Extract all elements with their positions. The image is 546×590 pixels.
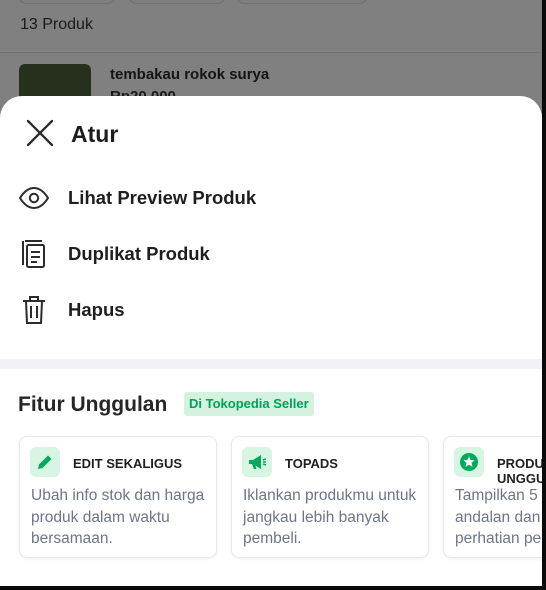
section-divider: [0, 359, 542, 369]
feature-card-topads[interactable]: TOPADS Iklankan produkmu untuk jangkau l…: [231, 436, 429, 558]
menu-item-preview[interactable]: Lihat Preview Produk: [0, 173, 542, 223]
card-icon-bg: [454, 447, 484, 477]
pencil-icon: [38, 455, 52, 469]
card-title: TOPADS: [285, 456, 338, 471]
divider: [0, 52, 540, 53]
card-icon-bg: [30, 447, 60, 477]
card-title-line1: PRODUK: [497, 456, 542, 471]
filter-chip: [236, 0, 368, 4]
filter-chip: [18, 0, 116, 4]
eye-icon: [18, 186, 50, 210]
menu-label-duplicate: Duplikat Produk: [68, 243, 210, 264]
menu-item-delete[interactable]: Hapus: [0, 285, 542, 335]
menu-item-duplicate[interactable]: Duplikat Produk: [0, 229, 542, 279]
screen-edge: [0, 586, 546, 590]
card-description: Ubah info stok dan harga produk dalam wa…: [31, 487, 205, 547]
feature-card-edit[interactable]: EDIT SEKALIGUS Ubah info stok dan harga …: [19, 436, 217, 558]
card-description: Tampilkan 5 produk andalan dan tarik per…: [455, 487, 542, 547]
menu-label-delete: Hapus: [68, 299, 125, 320]
product-title: tembakau rokok surya: [110, 66, 270, 83]
product-count: 13 Produk: [20, 16, 93, 33]
card-icon-bg: [242, 447, 272, 477]
megaphone-icon: [249, 455, 267, 469]
close-icon: [26, 119, 54, 147]
card-description: Iklankan produkmu untuk jangkau lebih ba…: [243, 487, 417, 547]
close-button[interactable]: [22, 116, 56, 150]
trash-icon: [23, 296, 45, 324]
feature-card-unggulan[interactable]: PRODUK UNGGULAN Tampilkan 5 produk andal…: [443, 436, 542, 558]
screen-edge: [542, 0, 546, 590]
card-title: PRODUK UNGGULAN: [497, 456, 542, 486]
sheet-title: Atur: [71, 121, 119, 147]
star-badge-icon: [460, 453, 478, 471]
duplicate-icon: [22, 240, 45, 268]
card-title-line2: UNGGULAN: [497, 471, 542, 486]
filter-chip: [128, 0, 226, 4]
menu-label-preview: Lihat Preview Produk: [68, 187, 257, 208]
features-title: Fitur Unggulan: [18, 393, 168, 416]
seller-badge: Di Tokopedia Seller: [184, 392, 314, 416]
atur-bottom-sheet: Atur Lihat Preview Produk Duplikat Produ…: [0, 96, 542, 586]
sheet-header: Atur: [0, 96, 542, 168]
card-title: EDIT SEKALIGUS: [73, 456, 183, 471]
